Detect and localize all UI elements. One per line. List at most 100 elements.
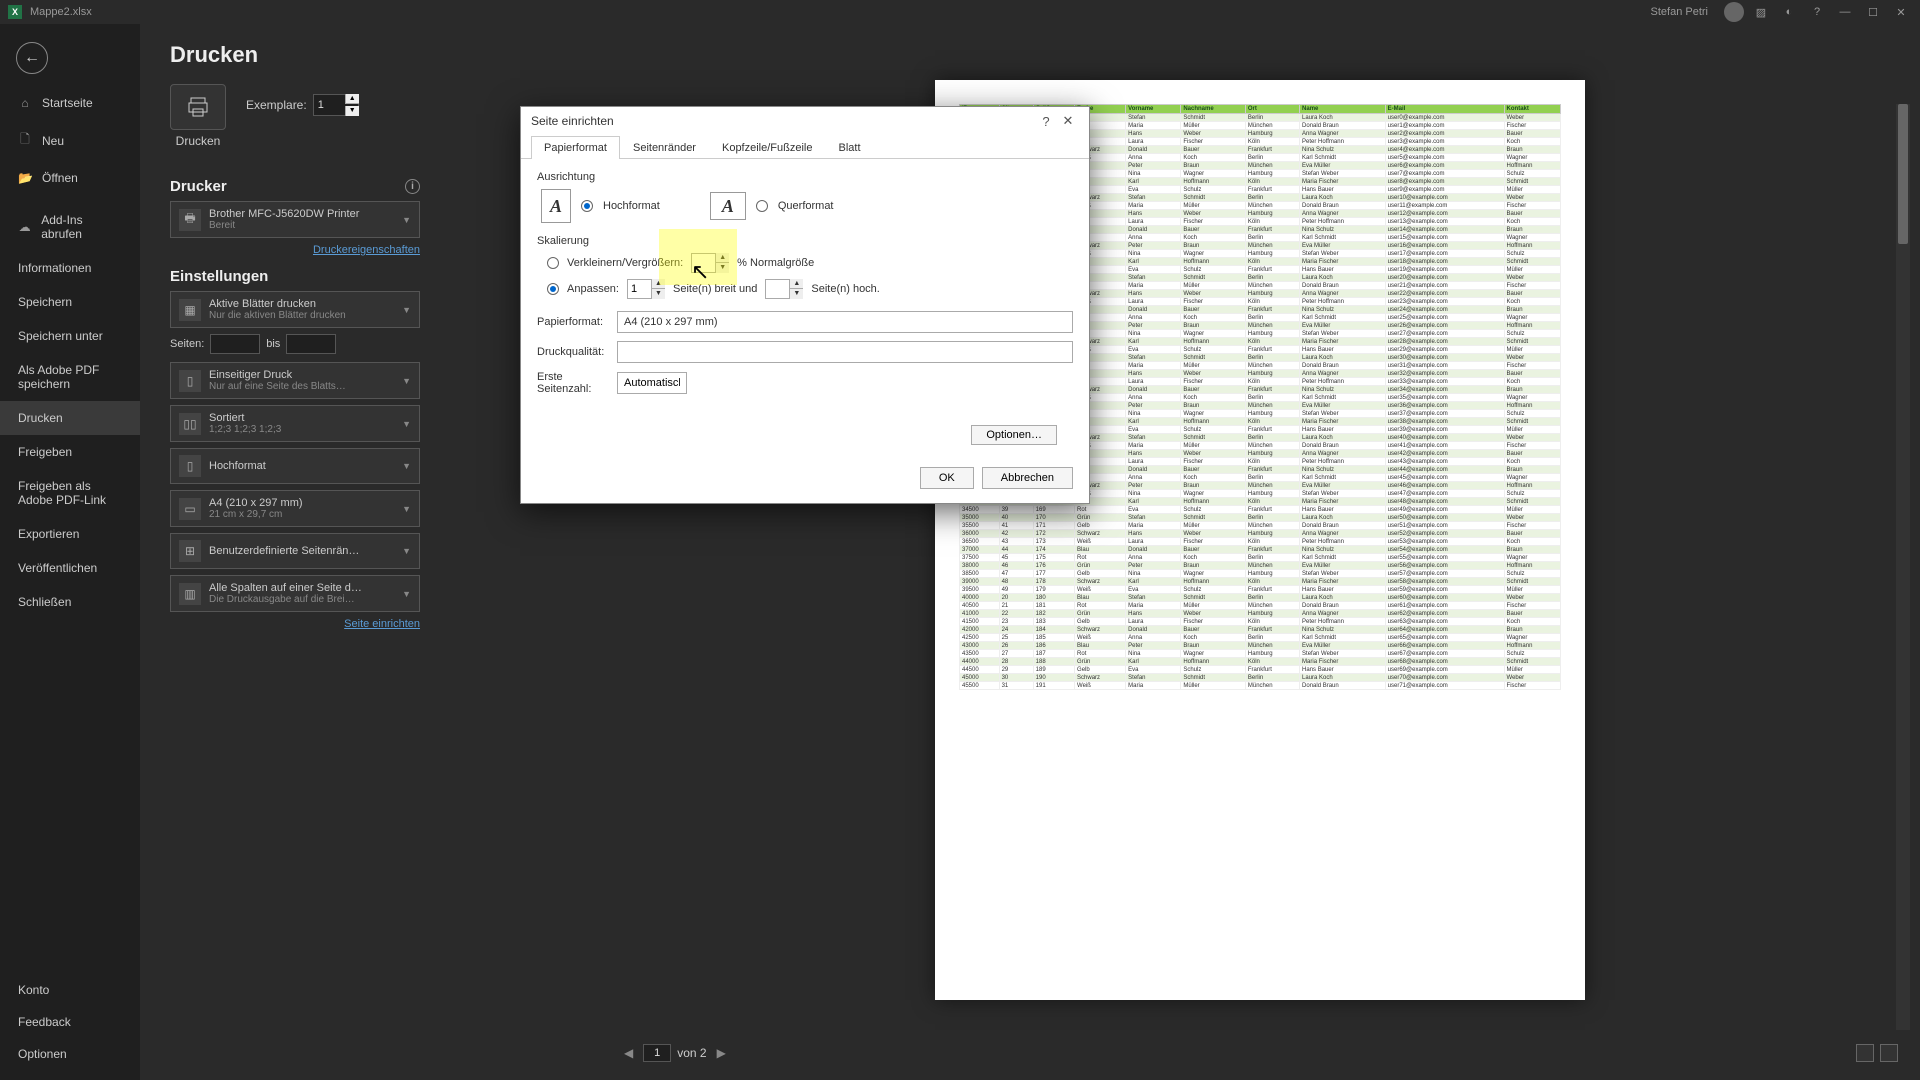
dialog-tab-1[interactable]: Seitenränder: [620, 136, 709, 159]
printer-combo[interactable]: 🖶 Brother MFC-J5620DW Printer Bereit ▼: [170, 201, 420, 238]
sidebar-item-schlie-en[interactable]: Schließen: [0, 585, 140, 619]
maximize-icon[interactable]: ☐: [1862, 6, 1884, 19]
sidebar-item-drucken[interactable]: Drucken: [0, 401, 140, 435]
pages-to-input[interactable]: [286, 334, 336, 354]
dialog-close-button[interactable]: ✕: [1057, 113, 1079, 129]
page-setup-link[interactable]: Seite einrichten: [170, 618, 420, 630]
print-button-box: Drucken: [170, 84, 226, 148]
dialog-help-button[interactable]: ?: [1035, 114, 1057, 129]
nav-list: ⌂Startseite🗋Neu📂Öffnen ☁Add-Ins abrufen In…: [0, 86, 140, 974]
settings-heading: Einstellungen: [170, 268, 420, 285]
nav-label: Informationen: [18, 261, 91, 275]
sidebar-footer-optionen[interactable]: Optionen: [0, 1038, 140, 1070]
copies-down[interactable]: ▼: [345, 106, 359, 116]
page-current-input[interactable]: [643, 1044, 671, 1062]
settings-combo-2[interactable]: ▯▯Sortiert1;2;3 1;2;3 1;2;3▼: [170, 405, 420, 442]
combo-icon: ▦: [179, 299, 201, 321]
sidebar-item-freigeben[interactable]: Freigeben: [0, 435, 140, 469]
ok-button[interactable]: OK: [920, 467, 974, 489]
sidebar-item-exportieren[interactable]: Exportieren: [0, 517, 140, 551]
options-button[interactable]: Optionen…: [971, 425, 1057, 445]
sidebar-item-add-ins-abrufen[interactable]: ☁Add-Ins abrufen: [0, 203, 140, 251]
backstage-sidebar: ← ⌂Startseite🗋Neu📂Öffnen ☁Add-Ins abrufen…: [0, 24, 140, 1080]
scale-down[interactable]: ▼: [715, 263, 729, 273]
scale-up[interactable]: ▲: [715, 253, 729, 263]
sidebar-footer-konto[interactable]: Konto: [0, 974, 140, 1006]
chevron-down-icon: ▼: [402, 546, 411, 556]
scrollbar-thumb[interactable]: [1898, 104, 1908, 244]
sidebar-item-speichern[interactable]: Speichern: [0, 285, 140, 319]
pages-from-input[interactable]: [210, 334, 260, 354]
quality-select[interactable]: [617, 341, 1073, 363]
printer-status: Bereit: [209, 220, 394, 231]
settings-combo-5[interactable]: ⊞Benutzerdefinierte Seitenrän…▼: [170, 533, 420, 569]
fit-wide-down[interactable]: ▼: [651, 289, 665, 299]
avatar[interactable]: [1724, 2, 1744, 22]
portrait-radio[interactable]: [581, 200, 593, 212]
settings-combo-3[interactable]: ▯Hochformat▼: [170, 448, 420, 484]
page-next-button[interactable]: ▶: [713, 1046, 730, 1060]
nav-icon: ⌂: [18, 96, 32, 110]
minimize-icon[interactable]: —: [1834, 6, 1856, 18]
cancel-button[interactable]: Abbrechen: [982, 467, 1073, 489]
copies-label: Exemplare:: [246, 98, 307, 112]
sidebar-item-freigeben-als-adobe-pdf-link[interactable]: Freigeben als Adobe PDF-Link: [0, 469, 140, 517]
sidebar-item-informationen[interactable]: Informationen: [0, 251, 140, 285]
sidebar-item-ver-ffentlichen[interactable]: Veröffentlichen: [0, 551, 140, 585]
scaling-label: Skalierung: [537, 235, 1073, 247]
table-row: 3750045175RotAnnaKochBerlinKarl Schmidtu…: [960, 554, 1561, 562]
sidebar-item-startseite[interactable]: ⌂Startseite: [0, 86, 140, 120]
scale-fit-radio[interactable]: [547, 283, 559, 295]
copies-up[interactable]: ▲: [345, 94, 359, 104]
sidebar-item-speichern-unter[interactable]: Speichern unter: [0, 319, 140, 353]
printer-info-icon[interactable]: i: [405, 179, 420, 194]
preview-scrollbar[interactable]: [1896, 104, 1910, 1030]
firstpage-input[interactable]: [617, 372, 687, 394]
dialog-tab-3[interactable]: Blatt: [825, 136, 873, 159]
table-header: Vorname: [1126, 105, 1181, 114]
scale-adjust-radio[interactable]: [547, 257, 559, 269]
back-button[interactable]: ←: [16, 42, 48, 74]
fit-tall-up[interactable]: ▲: [789, 279, 803, 289]
combo-line1: Benutzerdefinierte Seitenrän…: [209, 545, 394, 557]
back-arrow-icon: ←: [24, 49, 40, 67]
sidebar-item-als-adobe-pdf-speichern[interactable]: Als Adobe PDF speichern: [0, 353, 140, 401]
orientation-label: Ausrichtung: [537, 171, 1073, 183]
nav-label: Drucken: [18, 411, 63, 425]
settings-combo-0[interactable]: ▦Aktive Blätter druckenNur die aktiven B…: [170, 291, 420, 328]
chevron-down-icon: ▼: [402, 376, 411, 386]
orientation-group: Ausrichtung A Hochformat A Querformat: [537, 171, 1073, 223]
nav-label: Als Adobe PDF speichern: [18, 363, 122, 391]
dialog-tab-0[interactable]: Papierformat: [531, 136, 620, 159]
print-button[interactable]: [170, 84, 226, 130]
coming-soon-icon[interactable]: ◐: [1778, 6, 1800, 18]
fit-tall-down[interactable]: ▼: [789, 289, 803, 299]
sidebar-item--ffnen[interactable]: 📂Öffnen: [0, 161, 140, 195]
close-icon[interactable]: ✕: [1890, 6, 1912, 19]
table-row: 4300026186BlauPeterBraunMünchenEva Mülle…: [960, 642, 1561, 650]
pages-to-label: bis: [266, 338, 280, 350]
settings-combo-6[interactable]: ▥Alle Spalten auf einer Seite d…Die Druc…: [170, 575, 420, 612]
page-prev-button[interactable]: ◀: [620, 1046, 637, 1060]
zoom-page-button[interactable]: [1880, 1044, 1898, 1062]
sidebar-item-neu[interactable]: 🗋Neu: [0, 120, 140, 161]
table-row: 3600042172SchwarzHansWeberHamburgAnna Wa…: [960, 530, 1561, 538]
sidebar-footer-feedback[interactable]: Feedback: [0, 1006, 140, 1038]
paper-select[interactable]: A4 (210 x 297 mm): [617, 311, 1073, 333]
combo-line1: Einseitiger Druck: [209, 369, 394, 381]
fit-wide-up[interactable]: ▲: [651, 279, 665, 289]
dialog-tab-2[interactable]: Kopfzeile/Fußzeile: [709, 136, 826, 159]
dialog-titlebar: Seite einrichten ? ✕: [521, 107, 1089, 135]
show-margins-button[interactable]: [1856, 1044, 1874, 1062]
help-icon[interactable]: ?: [1806, 6, 1828, 18]
landscape-radio[interactable]: [756, 200, 768, 212]
combo-line2: Nur die aktiven Blätter drucken: [209, 310, 394, 321]
table-row: 4500030190SchwarzStefanSchmidtBerlinLaur…: [960, 674, 1561, 682]
ribbon-options-icon[interactable]: ▨: [1750, 6, 1772, 19]
settings-combo-1[interactable]: ▯Einseitiger DruckNur auf eine Seite des…: [170, 362, 420, 399]
printer-properties-link[interactable]: Druckereigenschaften: [170, 244, 420, 256]
nav-icon: ☁: [18, 220, 31, 234]
settings-combo-4[interactable]: ▭A4 (210 x 297 mm)21 cm x 29,7 cm▼: [170, 490, 420, 527]
table-row: 4450029189GelbEvaSchulzFrankfurtHans Bau…: [960, 666, 1561, 674]
combo-line1: Sortiert: [209, 412, 394, 424]
